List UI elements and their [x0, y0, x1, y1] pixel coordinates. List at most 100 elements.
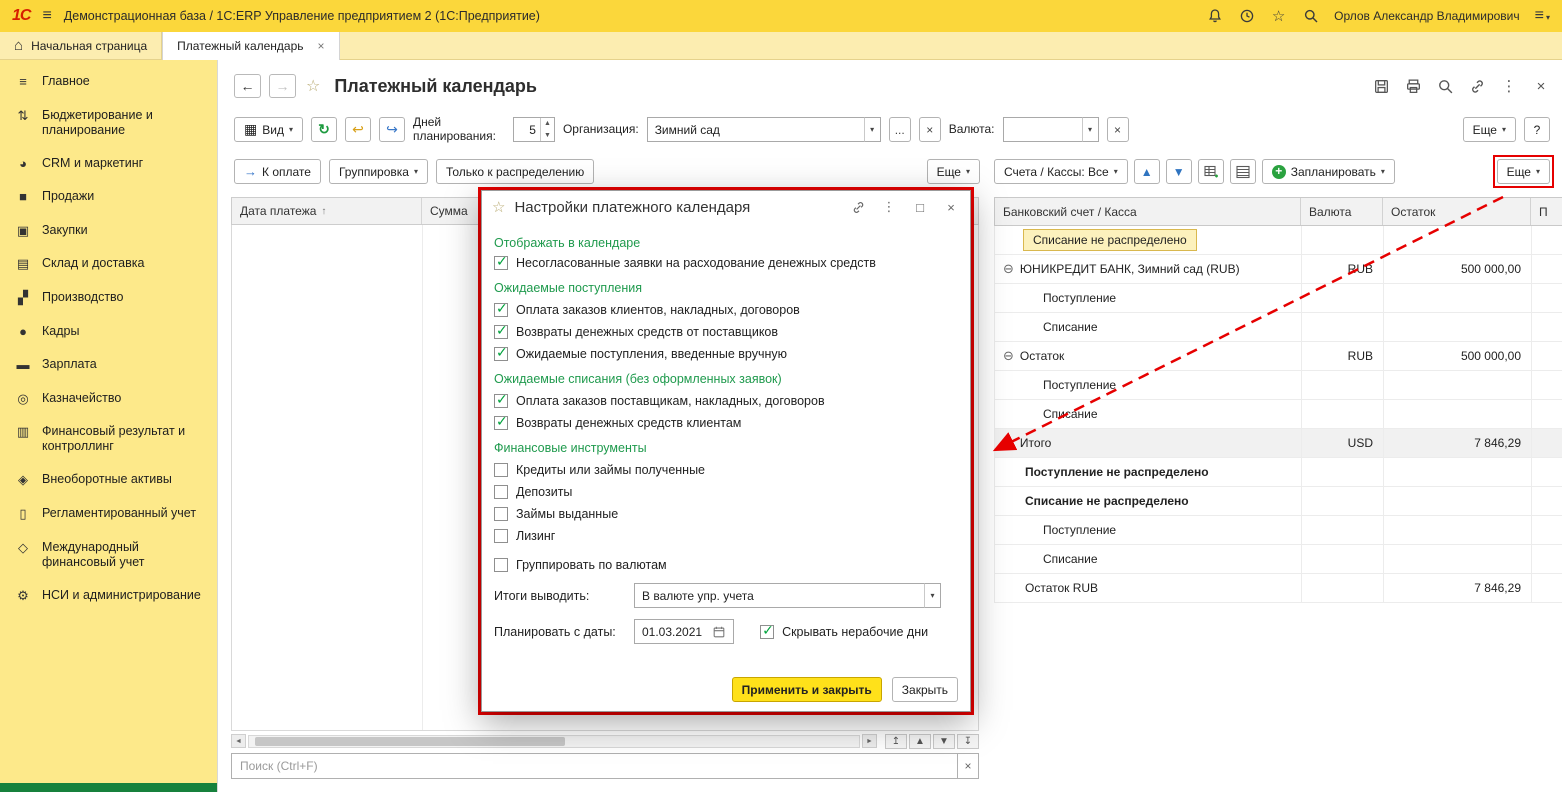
sidebar-item-sales[interactable]: ■ Продажи [0, 180, 217, 214]
tab-home[interactable]: ⌂ Начальная страница [0, 32, 163, 59]
currency-clear-icon[interactable]: × [1106, 117, 1129, 142]
stepper-up-icon[interactable]: ▲ [541, 118, 554, 130]
checkbox-row[interactable]: Депозиты [494, 485, 956, 499]
apply-and-close-button[interactable]: Применить и закрыть [731, 677, 882, 702]
checkbox[interactable] [494, 344, 508, 361]
table-row[interactable]: Списание не распределено [994, 487, 1562, 516]
undo-button[interactable]: ↩ [344, 117, 371, 142]
scroll-thumb[interactable] [255, 736, 565, 746]
checkbox[interactable] [494, 507, 508, 521]
sidebar-item-warehouse[interactable]: ▤ Склад и доставка [0, 247, 217, 281]
accounts-more-button[interactable]: Еще ▾ [1496, 159, 1550, 184]
move-down-button[interactable]: ▼ [1165, 159, 1192, 184]
collapse-icon[interactable]: ⊖ [1003, 261, 1014, 277]
history-clock-icon[interactable] [1238, 8, 1255, 25]
sidebar-item-ifrs[interactable]: ◇ Международный финансовый учет [0, 531, 217, 579]
sidebar-item-budgeting[interactable]: ⇅ Бюджетирование и планирование [0, 99, 217, 147]
sidebar-item-hr[interactable]: ● Кадры [0, 315, 217, 349]
current-user[interactable]: Орлов Александр Владимирович [1334, 9, 1520, 23]
chevron-down-icon[interactable]: ▾ [863, 117, 881, 142]
column-header-currency[interactable]: Валюта [1301, 198, 1383, 225]
checkbox-row-group-by-currency[interactable]: Группировать по валютам [494, 558, 956, 572]
user-menu-icon[interactable]: ≡ ▾ [1535, 7, 1550, 25]
table-row[interactable]: Поступление не распределено [994, 458, 1562, 487]
sidebar-item-noncurrent-assets[interactable]: ◈ Внеоборотные активы [0, 463, 217, 497]
page-down-icon[interactable]: ▼ [933, 733, 955, 749]
help-button[interactable]: ? [1524, 117, 1550, 142]
favorite-star-icon[interactable]: ☆ [306, 76, 320, 96]
move-up-button[interactable]: ▲ [1133, 159, 1160, 184]
schedule-button[interactable]: + Запланировать ▾ [1261, 159, 1395, 184]
get-link-icon[interactable] [1468, 77, 1486, 95]
checkbox-row[interactable]: Займы выданные [494, 507, 956, 521]
totals-combo[interactable]: В валюте упр. учета ▾ [634, 583, 941, 608]
stepper-arrows[interactable]: ▲ ▼ [539, 118, 554, 142]
sidebar-item-regulated-accounting[interactable]: ▯ Регламентированный учет [0, 497, 217, 531]
sidebar-item-main[interactable]: ≡ Главное [0, 65, 217, 99]
checkbox[interactable] [494, 413, 508, 430]
table-row[interactable]: Поступление [994, 284, 1562, 313]
go-first-icon[interactable]: ↥ [885, 733, 907, 749]
chevron-down-icon[interactable]: ▾ [924, 583, 941, 608]
maximize-icon[interactable]: □ [911, 198, 929, 216]
table-row[interactable]: Списание [994, 400, 1562, 429]
organization-value[interactable]: Зимний сад [646, 117, 865, 142]
more-menu-icon[interactable]: ⋮ [1500, 77, 1518, 95]
chevron-down-icon[interactable]: ▾ [1081, 117, 1099, 142]
plan-date-input[interactable]: 01.03.2021 [634, 619, 735, 644]
checkbox[interactable] [494, 485, 508, 499]
search-icon[interactable] [1302, 8, 1319, 25]
table-row[interactable]: Списание [994, 545, 1562, 574]
sidebar-item-production[interactable]: ▞ Производство [0, 281, 217, 315]
table-row[interactable]: Списание [994, 313, 1562, 342]
search-clear-icon[interactable]: × [958, 753, 979, 779]
stepper-down-icon[interactable]: ▼ [541, 130, 554, 142]
checkbox-row[interactable]: Лизинг [494, 529, 956, 543]
forward-button[interactable]: → [269, 74, 296, 98]
organization-clear-icon[interactable]: × [918, 117, 941, 142]
column-header-account[interactable]: Банковский счет / Касса [995, 198, 1301, 225]
scroll-left-icon[interactable]: ◄ [231, 734, 246, 748]
checkbox[interactable] [494, 463, 508, 477]
go-last-icon[interactable]: ↧ [957, 733, 979, 749]
more-menu-icon[interactable]: ⋮ [880, 198, 898, 216]
checkbox[interactable] [494, 300, 508, 317]
collapse-icon[interactable]: ⊖ [1003, 348, 1014, 364]
hide-nonworking-checkbox-row[interactable]: Скрывать нерабочие дни [760, 622, 928, 639]
calendar-icon[interactable] [710, 623, 728, 641]
refresh-button[interactable]: ↻ [310, 117, 337, 142]
redo-button[interactable]: ↪ [378, 117, 405, 142]
selected-cell[interactable]: Списание не распределено [1023, 229, 1197, 251]
checkbox-row[interactable]: Кредиты или займы полученные [494, 463, 956, 477]
page-up-icon[interactable]: ▲ [909, 733, 931, 749]
collapse-icon[interactable]: ⊖ [1003, 435, 1014, 451]
checkbox[interactable] [494, 253, 508, 270]
tab-close-icon[interactable]: × [318, 39, 325, 53]
only-distribution-toggle[interactable]: Только к распределению [435, 159, 595, 184]
payments-more-button[interactable]: Еще ▾ [926, 159, 980, 184]
close-form-icon[interactable]: × [1532, 77, 1550, 95]
table-row[interactable]: Поступление [994, 371, 1562, 400]
table-row[interactable]: Остаток RUB 7 846,29 [994, 574, 1562, 603]
add-table-view-button[interactable] [1197, 159, 1224, 184]
table-row[interactable]: ⊖ ЮНИКРЕДИТ БАНК, Зимний сад (RUB) RUB 50… [994, 255, 1562, 284]
scroll-right-icon[interactable]: ► [862, 734, 877, 748]
checkbox-row[interactable]: Оплата заказов поставщикам, накладных, д… [494, 391, 956, 408]
totals-value[interactable]: В валюте упр. учета [634, 583, 925, 608]
column-header-p[interactable]: П [1531, 198, 1562, 225]
tab-payment-calendar[interactable]: Платежный календарь × [162, 32, 340, 60]
save-icon[interactable] [1372, 77, 1390, 95]
checkbox[interactable] [494, 558, 508, 572]
favorite-star-icon[interactable]: ☆ [492, 198, 505, 216]
table-row-total[interactable]: ⊖ Итого USD 7 846,29 [994, 429, 1562, 458]
scroll-track[interactable] [248, 734, 860, 748]
back-button[interactable]: ← [234, 74, 261, 98]
table-row[interactable]: Поступление [994, 516, 1562, 545]
checkbox[interactable] [494, 391, 508, 408]
checkbox[interactable] [494, 529, 508, 543]
table-row[interactable]: Списание не распределено [994, 226, 1562, 255]
sidebar-item-nsi-admin[interactable]: ⚙ НСИ и администрирование [0, 579, 217, 613]
favorites-star-icon[interactable]: ☆ [1270, 8, 1287, 25]
sidebar-item-payroll[interactable]: ▬ Зарплата [0, 348, 217, 382]
main-menu-icon[interactable]: ≡ [42, 7, 51, 25]
